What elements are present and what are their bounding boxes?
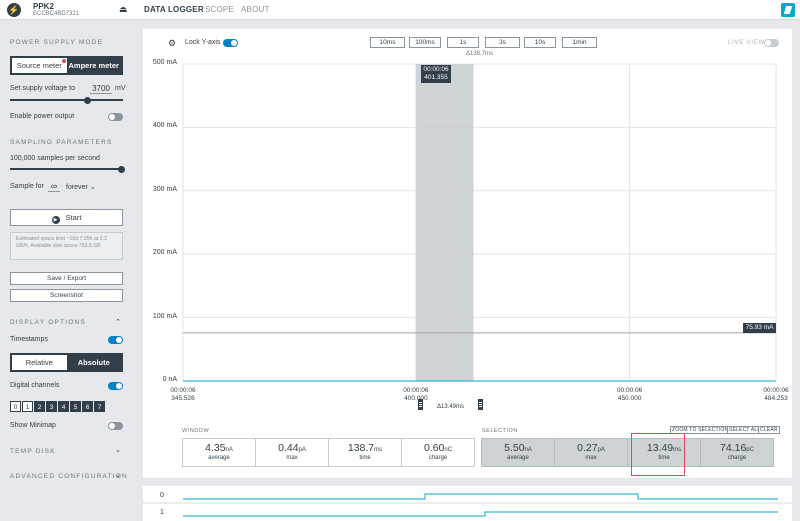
enable-power-label: Enable power output bbox=[10, 113, 75, 120]
window-average: 4.35nA average bbox=[182, 438, 256, 467]
indicator-dot-icon bbox=[61, 59, 66, 63]
plot-grid bbox=[182, 63, 777, 382]
cursor-readout: 00:00:06 401.355 bbox=[421, 65, 451, 83]
selection-charge: 74.16pC charge bbox=[700, 438, 774, 467]
eject-icon[interactable]: ⏏ bbox=[119, 4, 128, 15]
voltage-label: Set supply voltage to bbox=[10, 85, 75, 92]
selection-stats: 5.50nA average 0.27pA max 13.49ms time 7… bbox=[481, 438, 774, 467]
x-tick-label: 00:00:06 450.000 bbox=[616, 387, 643, 402]
clear-selection-button[interactable]: CLEAR bbox=[758, 426, 780, 434]
channel-6[interactable]: 6 bbox=[82, 401, 93, 412]
y-tick-label: 0 nA bbox=[162, 376, 177, 383]
sample-for-label: Sample for bbox=[10, 183, 44, 190]
lightning-icon: ⚡ bbox=[7, 3, 21, 17]
screenshot-button[interactable]: Screenshot bbox=[10, 289, 123, 302]
channel-selector: 0 1 2 3 4 5 6 7 bbox=[10, 401, 105, 412]
channel-5[interactable]: 5 bbox=[70, 401, 81, 412]
sampling-heading: SAMPLING PARAMETERS bbox=[10, 139, 113, 146]
device-serial: ECCBC4BD7321 bbox=[33, 11, 80, 17]
absolute-option[interactable]: Absolute bbox=[66, 355, 121, 370]
voltage-slider[interactable] bbox=[10, 96, 123, 104]
channel-7[interactable]: 7 bbox=[94, 401, 105, 412]
chevron-down-icon[interactable]: ⌄ bbox=[115, 446, 121, 454]
advanced-config-heading[interactable]: ADVANCED CONFIGURATION bbox=[10, 473, 128, 480]
timestamps-label: Timestamps bbox=[10, 336, 48, 343]
tab-about[interactable]: ABOUT bbox=[241, 5, 270, 14]
tab-scope[interactable]: SCOPE bbox=[205, 5, 234, 14]
channel-2[interactable]: 2 bbox=[34, 401, 45, 412]
y-tick-label: 200 mA bbox=[152, 249, 177, 257]
y-tick-label: 300 mA bbox=[152, 185, 177, 193]
digital-channels-panel: 0 1 bbox=[143, 486, 792, 521]
selection-region bbox=[415, 64, 474, 381]
channel-0[interactable]: 0 bbox=[10, 401, 21, 412]
selection-average: 5.50nA average bbox=[481, 438, 555, 467]
sidebar: POWER SUPPLY MODE Source meter Ampere me… bbox=[0, 21, 133, 521]
save-export-button[interactable]: Save / Export bbox=[10, 272, 123, 285]
channel-3[interactable]: 3 bbox=[46, 401, 57, 412]
x-tick-label: 00:00:06 484.253 bbox=[763, 387, 789, 402]
enable-power-toggle[interactable] bbox=[108, 113, 123, 121]
voltage-input[interactable]: 3700 bbox=[90, 84, 112, 94]
sample-rate-slider-knob[interactable] bbox=[118, 165, 125, 173]
start-button[interactable]: ▶ Start bbox=[10, 209, 123, 226]
source-meter-option[interactable]: Source meter bbox=[12, 58, 67, 73]
sample-rate-slider[interactable] bbox=[10, 165, 125, 173]
chart-panel: ⚙ Lock Y-axis 10ms 100ms 1s 3s 10s 1min … bbox=[143, 29, 792, 478]
digital-channels-toggle[interactable] bbox=[108, 382, 123, 390]
sample-for-unit-select[interactable]: forever ⌄ bbox=[66, 183, 96, 191]
window-max: 0.44pA max bbox=[255, 438, 329, 467]
power-supply-heading: POWER SUPPLY MODE bbox=[10, 39, 104, 46]
selection-max: 0.27pA max bbox=[554, 438, 628, 467]
channel-4[interactable]: 4 bbox=[58, 401, 69, 412]
timestamps-toggle[interactable] bbox=[108, 336, 123, 344]
x-tick-label: 00:00:06 400.000 bbox=[403, 387, 429, 402]
ampere-meter-option[interactable]: Ampere meter bbox=[66, 58, 121, 73]
power-mode-toggle[interactable]: Source meter Ampere meter bbox=[10, 56, 123, 75]
top-bar: ⚡ PPK2 ECCBC4BD7321 ⏏ DATA LOGGER SCOPE … bbox=[0, 0, 800, 20]
voltage-unit: mV bbox=[115, 85, 126, 92]
selection-end-handle[interactable] bbox=[478, 399, 483, 410]
temp-disk-heading[interactable]: TEMP DISK bbox=[10, 448, 56, 455]
samples-per-second-label: 100,000 samples per second bbox=[10, 155, 100, 162]
x-tick-label: 00:00:06 345.526 bbox=[170, 387, 196, 402]
window-label: WINDOW bbox=[182, 428, 210, 434]
window-stats: 4.35nA average 0.44pA max 138.7ms time 0… bbox=[182, 438, 475, 467]
timestamp-mode-toggle[interactable]: Relative Absolute bbox=[10, 353, 123, 372]
channel-1[interactable]: 1 bbox=[22, 401, 33, 412]
voltage-slider-knob[interactable] bbox=[84, 96, 91, 104]
cursor-value: 401.355 bbox=[424, 74, 448, 81]
chevron-down-icon[interactable]: ⌄ bbox=[115, 471, 121, 479]
selection-start-handle[interactable] bbox=[418, 399, 423, 410]
channel-1-trace bbox=[183, 511, 778, 517]
play-icon: ▶ bbox=[51, 216, 60, 224]
y-tick-label: 100 mA bbox=[152, 312, 177, 320]
show-minimap-toggle[interactable] bbox=[108, 422, 123, 430]
digital-channels-label: Digital channels bbox=[10, 382, 60, 389]
y-tick-label: 500 mA bbox=[152, 59, 177, 66]
digital-channels-plot[interactable] bbox=[143, 486, 792, 521]
chevron-down-icon: ⌄ bbox=[89, 184, 96, 191]
channel-0-trace bbox=[183, 493, 778, 500]
tab-data-logger[interactable]: DATA LOGGER bbox=[144, 5, 204, 14]
chevron-up-icon[interactable]: ⌃ bbox=[115, 318, 121, 326]
value-flag: 75.93 mA bbox=[743, 323, 776, 333]
display-options-heading: DISPLAY OPTIONS bbox=[10, 319, 86, 326]
highlight-box bbox=[631, 433, 685, 476]
selection-delta-label: Δ13.49ms bbox=[437, 404, 465, 410]
window-time: 138.7ms time bbox=[328, 438, 402, 467]
cursor-time: 00:00:06 bbox=[423, 66, 449, 73]
plot-area[interactable] bbox=[143, 29, 792, 399]
show-minimap-label: Show Minimap bbox=[10, 422, 56, 429]
window-charge: 0.60nC charge bbox=[401, 438, 475, 467]
selection-label: SELECTION bbox=[482, 428, 518, 434]
relative-option[interactable]: Relative bbox=[12, 355, 67, 370]
disk-space-info: Estimated space limit ~15d 7:25h at 2.2 … bbox=[10, 232, 123, 260]
y-tick-label: 400 mA bbox=[152, 122, 177, 130]
nordic-logo-icon bbox=[781, 3, 795, 17]
sample-for-input[interactable]: ∞ bbox=[48, 181, 60, 192]
device-name: PPK2 bbox=[33, 2, 54, 11]
